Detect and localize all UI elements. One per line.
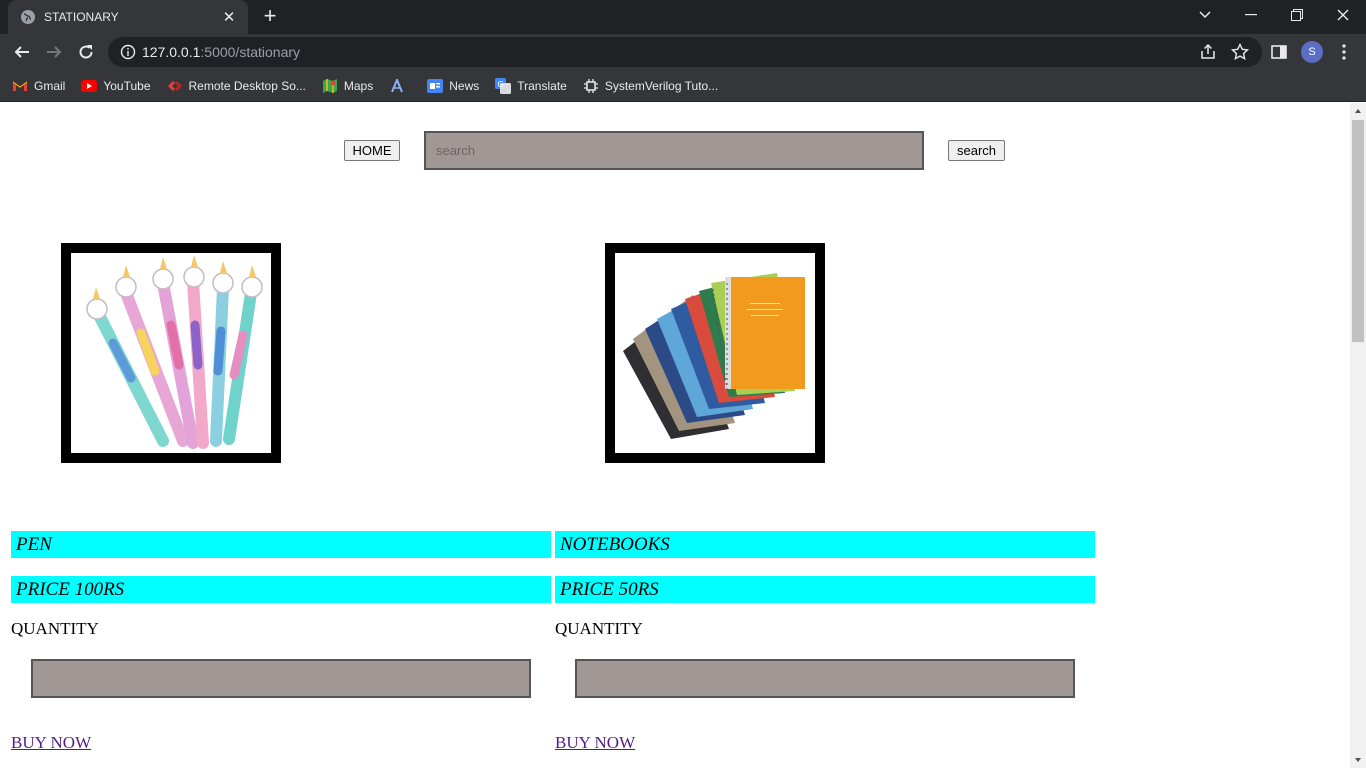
side-panel-icon[interactable] — [1269, 42, 1289, 62]
search-button[interactable]: search — [948, 140, 1005, 161]
bookmark-label: Maps — [343, 78, 374, 93]
close-window-icon[interactable] — [1320, 0, 1366, 30]
new-tab-icon[interactable]: + — [258, 5, 282, 29]
menu-kebab-icon[interactable] — [1334, 42, 1354, 62]
bookmark-a-icon — [389, 78, 405, 94]
browser-tab-strip: STATIONARY ✕ + — [0, 0, 1366, 34]
restore-icon[interactable] — [1274, 0, 1320, 30]
bookmark-systemverilog[interactable]: SystemVerilog Tuto... — [583, 74, 718, 98]
spiral-notebooks-illustration — [615, 253, 815, 453]
svg-text:G: G — [498, 80, 504, 89]
bookmark-maps[interactable]: Maps — [322, 74, 373, 98]
profile-avatar[interactable]: S — [1301, 41, 1323, 63]
share-icon[interactable] — [1199, 43, 1217, 61]
notebooks-buy-now-link[interactable]: BUY NOW — [555, 733, 635, 753]
notebooks-quantity-input[interactable] — [575, 659, 1075, 698]
back-icon[interactable] — [10, 40, 34, 64]
reload-icon[interactable] — [74, 40, 98, 64]
bookmark-star-icon[interactable] — [1231, 43, 1249, 61]
bookmark-label: News — [449, 78, 480, 93]
scrollbar-thumb[interactable] — [1352, 120, 1364, 342]
pen-price-label: PRICE 100RS — [11, 576, 551, 603]
scroll-down-icon[interactable] — [1350, 752, 1366, 768]
browser-toolbar: 127.0.0.1:5000/stationary S — [0, 34, 1366, 70]
youtube-icon — [81, 78, 98, 94]
home-button[interactable]: HOME — [344, 140, 400, 161]
bookmark-youtube[interactable]: YouTube — [81, 74, 151, 98]
address-bar[interactable]: 127.0.0.1:5000/stationary — [108, 37, 1262, 67]
site-info-icon[interactable] — [120, 44, 136, 60]
url-host: 127.0.0.1 — [142, 44, 201, 60]
minimize-icon[interactable] — [1228, 0, 1274, 30]
globe-icon — [21, 10, 35, 24]
page-scrollbar[interactable] — [1350, 103, 1366, 768]
gmail-icon — [12, 78, 28, 94]
bookmark-translate[interactable]: G Translate — [495, 74, 567, 98]
pen-product-image — [61, 243, 281, 463]
unicorn-pens-illustration — [71, 253, 271, 453]
bookmark-news[interactable]: News — [427, 74, 479, 98]
pen-buy-now-link[interactable]: BUY NOW — [11, 733, 91, 753]
remote-desktop-icon — [167, 78, 183, 94]
bookmark-gmail[interactable]: Gmail — [12, 74, 65, 98]
bookmark-label: Translate — [517, 78, 567, 93]
url-path: :5000/stationary — [200, 44, 301, 60]
bookmark-label: Gmail — [34, 78, 66, 93]
bookmark-remote-desktop[interactable]: Remote Desktop So... — [167, 74, 306, 98]
search-input[interactable] — [424, 131, 924, 170]
notebooks-product-image — [605, 243, 825, 463]
tab-close-icon[interactable]: ✕ — [220, 8, 238, 26]
tab-search-icon[interactable] — [1182, 0, 1228, 30]
notebooks-name-label: NOTEBOOKS — [555, 531, 1095, 558]
bookmark-label: Remote Desktop So... — [188, 78, 306, 93]
pen-name-label: PEN — [11, 531, 551, 558]
chip-icon — [583, 78, 599, 94]
scroll-up-icon[interactable] — [1350, 103, 1366, 119]
bookmark-unlabeled[interactable] — [389, 74, 411, 98]
pen-quantity-input[interactable] — [31, 659, 531, 698]
browser-tab[interactable]: STATIONARY ✕ — [8, 0, 248, 34]
bookmark-label: YouTube — [103, 78, 151, 93]
url-text: 127.0.0.1:5000/stationary — [142, 44, 300, 60]
bookmark-label: SystemVerilog Tuto... — [604, 78, 719, 93]
maps-icon — [322, 78, 338, 94]
news-icon — [427, 78, 444, 94]
notebooks-quantity-label: QUANTITY — [555, 619, 643, 638]
bookmarks-bar: Gmail YouTube Remote Desktop So... Maps … — [0, 70, 1366, 102]
forward-icon[interactable] — [42, 40, 66, 64]
page-viewport: HOME search search PEN PRICE 100RS QUANT… — [0, 103, 1350, 768]
pen-quantity-label: QUANTITY — [11, 619, 99, 638]
translate-icon: G — [495, 77, 512, 94]
tab-title: STATIONARY — [44, 10, 119, 24]
notebooks-price-label: PRICE 50RS — [555, 576, 1095, 603]
